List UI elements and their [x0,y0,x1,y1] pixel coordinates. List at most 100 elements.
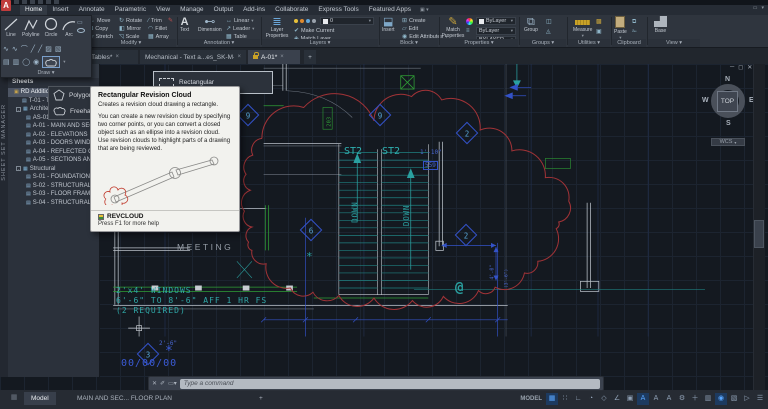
collapse-icon[interactable]: - [16,166,21,172]
group-edit-icon[interactable]: ◬ [546,28,551,36]
object-snap-icon[interactable]: ▣ [624,393,636,405]
tree-item-sheet[interactable]: ▤ A-02 - ELEVATIONS [8,131,99,140]
viewcube-top-face[interactable]: TOP [717,91,738,112]
cut-clip-icon[interactable]: ✁ [632,28,637,36]
close-tab-icon[interactable]: × [280,54,284,60]
mirror-button[interactable]: ◧ Mirror [119,25,141,33]
angle-override-icon[interactable]: ∠ [611,393,623,405]
polar-tracking-icon[interactable]: ◔ [585,393,597,405]
annotation-visibility-icon[interactable]: A [637,393,649,405]
panel-label-layers[interactable]: Layers ▾ [262,39,378,47]
create-block-button[interactable]: ⊞ Create [402,17,426,25]
annotation-monitor-icon[interactable]: ＋ [689,393,701,405]
flyout-row-3[interactable]: ▤ ▥ ◯ ◉ ▾ [3,56,65,68]
panel-label-clipboard[interactable]: Clipboard [612,39,646,47]
close-tab-icon[interactable]: × [237,54,241,60]
ribbon-minimize-icon[interactable]: ▭ ▾ [753,5,764,11]
layer-dropdown[interactable]: 0 ▾ [320,17,374,25]
dimension-button[interactable]: ⊷ Dimension [198,16,222,34]
tab-output[interactable]: Output [209,5,239,15]
ortho-icon[interactable]: ∟ [572,393,584,405]
isolate-objects-icon[interactable]: ▥ [702,393,714,405]
layer-properties-button[interactable]: ≣ Layer Properties [264,16,290,39]
model-tab[interactable]: Model [24,392,56,405]
tab-parametric[interactable]: Parametric [110,5,151,15]
insert-button[interactable]: ⬓ Insert [382,16,395,34]
rotate-button[interactable]: ↻ Rotate [119,17,142,25]
base-button[interactable]: Base [654,16,667,35]
sheets-header[interactable]: Sheets [12,78,33,85]
viewcube-west[interactable]: W [702,97,709,104]
viewcube-south[interactable]: S [726,120,731,127]
model-space-indicator[interactable]: MODEL [520,396,542,402]
leader-button[interactable]: ↗ Leader ▾ [226,25,254,33]
lineweight-dropdown[interactable]: ByLayer ▾ [476,27,516,35]
tab-express-tools[interactable]: Express Tools [313,5,363,15]
panel-label-block[interactable]: Block ▾ [380,39,438,47]
drawing-window-controls[interactable]: ─ ◻ ✕ [730,64,752,71]
tree-item-sheet[interactable]: ▤ A-05 - SECTIONS AND DE [8,156,99,165]
app-logo[interactable]: A [1,0,11,11]
tree-item-subset[interactable]: - ▦ Structural [8,165,99,174]
group-button[interactable]: ⧉ Group [524,16,538,34]
snap-icon[interactable]: ∷ [559,393,571,405]
new-layout-button[interactable]: + [252,392,270,405]
panel-label-annotation[interactable]: Annotation ▾ [178,39,260,47]
graphics-performance-icon[interactable]: ▧ [728,393,740,405]
circle-button[interactable]: Circle [43,17,59,38]
ungroup-icon[interactable]: ◫ [546,18,552,26]
match-properties-button[interactable]: ✎ Match Properties [441,16,465,39]
tab-home[interactable]: Home [20,5,48,15]
paste-button[interactable]: Paste ▾ [614,16,627,40]
viewcube-wcs-dropdown[interactable]: WCS ▾ [711,138,745,146]
move-button[interactable]: ↔ Move [89,17,110,25]
copy-clip-icon[interactable]: ⧉ [632,18,636,26]
hardware-acceleration-icon[interactable]: ◉ [715,393,727,405]
new-drawing-tab-button[interactable]: + [304,50,316,64]
make-current-button[interactable]: ✔ Make Current [294,27,334,35]
layout-grid-icon[interactable]: ▦ [8,392,20,404]
tree-item-sheet[interactable]: ▤ A-03 - DOORS WINDOWS [8,139,99,148]
canvas-scrollbar-thumb[interactable] [754,220,764,248]
panel-label-groups[interactable]: Groups ▾ [520,39,566,47]
panel-label-view[interactable]: View ▾ [648,39,700,47]
recent-commands-icon[interactable]: ▭▾ [168,380,177,387]
file-tab-a01[interactable]: A-01* × [248,50,300,64]
revision-cloud-button[interactable] [42,56,61,68]
tree-item-sheet[interactable]: ▤ S-03 - FLOOR FRAMING [8,190,99,199]
erase-icon[interactable]: ✎ [168,17,173,25]
text-button[interactable]: A Text [180,16,189,34]
panel-label-properties[interactable]: Properties ▾ [440,39,518,47]
layout-tab-floor-plan[interactable]: MAIN AND SEC... FLOOR PLAN [70,392,179,405]
tab-featured-apps[interactable]: Featured Apps [364,5,416,15]
quick-select-icon[interactable]: ▩ [596,18,602,26]
customize-command-icon[interactable]: ✐ [160,380,165,387]
tab-annotate[interactable]: Annotate [74,5,110,15]
trim-button[interactable]: ∕ Trim [148,17,162,25]
chevron-down-icon[interactable]: ▾ [63,59,65,65]
tree-item-sheet[interactable]: ▤A-04 - REFLECTED CEILIN [8,148,99,157]
fillet-button[interactable]: ◠ Fillet [148,25,167,33]
tab-insert[interactable]: Insert [47,5,73,15]
arc-button[interactable]: Arc [61,17,77,38]
line-button[interactable]: Line [3,17,19,38]
customize-status-icon[interactable]: ☰ [754,393,766,405]
tree-item-sheet[interactable]: ▤ A-01 - MAIN AND SECON [8,122,99,131]
collapse-icon[interactable]: - [16,106,21,112]
tab-addins[interactable]: Add-ins [238,5,270,15]
panel-label-modify[interactable]: Modify ▾ [86,39,176,47]
command-input[interactable]: Type a command [179,378,600,389]
object-color-dropdown[interactable]: ByLayer ▾ [476,17,516,25]
rectangle-tool-icon[interactable]: ▭ [77,19,83,26]
id-point-icon[interactable]: ▣ [596,28,602,36]
polyline-button[interactable]: Polyline [22,17,40,38]
edit-block-button[interactable]: ▱ Edit [402,25,418,33]
close-tab-icon[interactable]: × [115,54,119,60]
tree-item-sheet[interactable]: ▤S-02 - STRUCTURAL SECT [8,182,99,191]
tree-item-sheet[interactable]: ▤S-04 - STRUCTURAL SECT [8,199,99,208]
viewcube-north[interactable]: N [725,76,730,83]
workspace-gear-icon[interactable]: ⚙ [676,393,688,405]
ellipse-tool-icon[interactable] [77,28,85,33]
tab-overflow-icon[interactable]: ▣ ▾ [420,7,429,13]
measure-button[interactable]: Measure ▾ [573,16,592,38]
